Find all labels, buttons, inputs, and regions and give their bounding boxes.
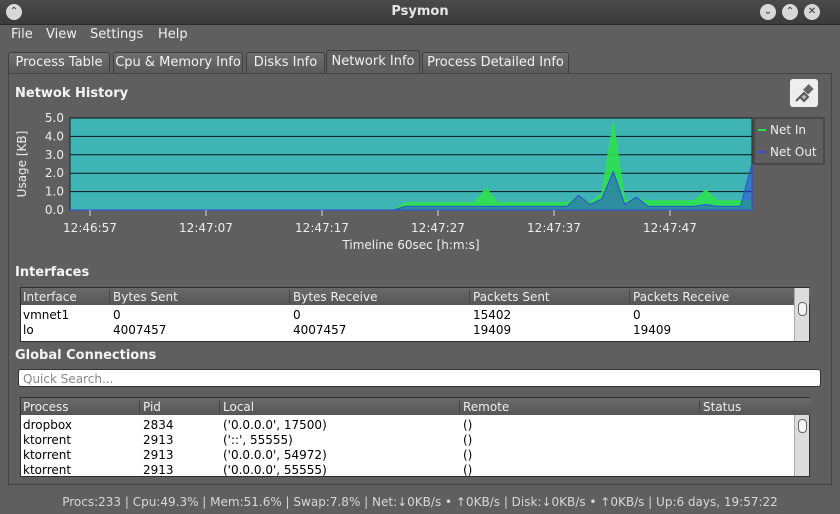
- menu-help[interactable]: Help: [158, 27, 188, 42]
- interfaces-scrollbar[interactable]: [794, 288, 809, 341]
- interfaces-header: Interface Bytes Sent Bytes Receive Packe…: [21, 288, 811, 305]
- cell: ('::', 55555): [223, 433, 293, 447]
- column-header[interactable]: Local: [223, 400, 254, 414]
- column-divider[interactable]: [139, 400, 140, 413]
- cell: lo: [23, 323, 34, 337]
- cell: 15402: [473, 308, 512, 322]
- column-divider[interactable]: [109, 290, 110, 303]
- legend-label: Net Out: [770, 145, 817, 159]
- plug-icon[interactable]: [790, 79, 818, 107]
- y-tick-label: 3.0: [45, 148, 64, 162]
- column-divider[interactable]: [459, 400, 460, 413]
- cell: 2913: [143, 448, 174, 462]
- cell: 2913: [143, 463, 174, 476]
- cell: 4007457: [293, 323, 347, 337]
- cell: 2834: [143, 418, 174, 432]
- x-tick-label: 12:47:07: [179, 221, 233, 235]
- x-tick-label: 12:47:27: [411, 221, 465, 235]
- cell: (): [463, 433, 473, 447]
- scrollbar-thumb[interactable]: [798, 302, 807, 316]
- column-header[interactable]: Packets Sent: [473, 290, 550, 304]
- cell: (): [463, 448, 473, 462]
- column-header[interactable]: Remote: [463, 400, 509, 414]
- tab-process-table[interactable]: Process Table: [8, 52, 110, 73]
- cell: ktorrent: [23, 448, 72, 462]
- column-divider[interactable]: [469, 290, 470, 303]
- menu-settings[interactable]: Settings: [90, 27, 143, 42]
- connections-scrollbar[interactable]: [794, 415, 809, 476]
- x-tick-label: 12:47:17: [295, 221, 349, 235]
- x-tick-label: 12:46:57: [63, 221, 117, 235]
- cell: 0: [293, 308, 301, 322]
- connections-table: Process Pid Local Remote Status dropbox …: [20, 397, 811, 477]
- window-title: Psymon: [391, 4, 449, 19]
- cell: (): [463, 463, 473, 476]
- y-tick-label: 2.0: [45, 166, 64, 180]
- column-divider[interactable]: [629, 290, 630, 303]
- y-tick-label: 1.0: [45, 185, 64, 199]
- cell: 2913: [143, 433, 174, 447]
- cell: dropbox: [23, 418, 72, 432]
- column-header[interactable]: Bytes Sent: [113, 290, 178, 304]
- interfaces-table: Interface Bytes Sent Bytes Receive Packe…: [20, 287, 811, 342]
- column-divider[interactable]: [289, 290, 290, 303]
- cell: 0: [113, 308, 121, 322]
- network-history-chart: 0.0 1.0 2.0 3.0 4.0 5.0 12:46:57 12:47:07 12:47:…: [14, 108, 826, 264]
- close-icon[interactable]: ✕: [804, 4, 820, 20]
- table-row[interactable]: dropbox 2834 ('0.0.0.0', 17500) (): [21, 418, 811, 433]
- y-axis-label: Usage [KB]: [15, 131, 29, 198]
- scrollbar-thumb[interactable]: [798, 419, 807, 433]
- cell: 19409: [473, 323, 512, 337]
- menu-bar: File View Settings Help: [0, 24, 840, 46]
- minimize-icon[interactable]: ⌄: [760, 4, 776, 20]
- maximize-icon[interactable]: ⌃: [782, 4, 798, 20]
- cell: vmnet1: [23, 308, 70, 322]
- cell: (): [463, 418, 473, 432]
- table-row[interactable]: ktorrent 2913 ('::', 55555) (): [21, 433, 811, 448]
- x-tick-label: 12:47:47: [643, 221, 697, 235]
- tab-network[interactable]: Network Info: [326, 50, 420, 75]
- menu-view[interactable]: View: [46, 27, 77, 42]
- menu-file[interactable]: File: [11, 27, 33, 42]
- connections-title: Global Connections: [15, 348, 157, 363]
- interfaces-title: Interfaces: [15, 265, 90, 280]
- tab-process-detailed[interactable]: Process Detailed Info: [422, 52, 569, 73]
- cell: ktorrent: [23, 433, 72, 447]
- table-row[interactable]: vmnet1 0 0 15402 0: [21, 308, 811, 323]
- tab-disks[interactable]: Disks Info: [246, 52, 325, 73]
- connections-header: Process Pid Local Remote Status: [21, 398, 811, 415]
- legend-label: Net In: [770, 123, 806, 137]
- tab-cpu-memory[interactable]: Cpu & Memory Info: [113, 52, 243, 73]
- plot-area: [69, 117, 753, 211]
- column-header[interactable]: Interface: [23, 290, 77, 304]
- column-header[interactable]: Process: [23, 400, 69, 414]
- status-bar: Procs:233 | Cpu:49.3% | Mem:51.6% | Swap…: [62, 495, 778, 509]
- column-divider[interactable]: [219, 400, 220, 413]
- column-divider[interactable]: [699, 400, 700, 413]
- chart-svg: 0.0 1.0 2.0 3.0 4.0 5.0 12:46:57 12:47:07 12:47:…: [15, 111, 825, 252]
- table-row[interactable]: ktorrent 2913 ('0.0.0.0', 54972) (): [21, 448, 811, 463]
- cell: 0: [633, 308, 641, 322]
- column-header[interactable]: Pid: [143, 400, 161, 414]
- y-tick-label: 0.0: [45, 203, 64, 217]
- y-tick-label: 4.0: [45, 129, 64, 143]
- y-tick-label: 5.0: [45, 111, 64, 125]
- column-header[interactable]: Status: [703, 400, 741, 414]
- network-history-title: Netwok History: [15, 86, 129, 101]
- cell: ('0.0.0.0', 55555): [223, 463, 327, 476]
- x-axis-label: Timeline 60sec [h:m:s]: [341, 238, 479, 252]
- table-row[interactable]: lo 4007457 4007457 19409 19409: [21, 323, 811, 338]
- column-header[interactable]: Packets Receive: [633, 290, 729, 304]
- quick-search-input[interactable]: Quick Search...: [18, 369, 821, 387]
- cell: 19409: [633, 323, 672, 337]
- x-tick-label: 12:47:37: [527, 221, 581, 235]
- cell: ('0.0.0.0', 17500): [223, 418, 327, 432]
- cell: ('0.0.0.0', 54972): [223, 448, 327, 462]
- column-header[interactable]: Bytes Receive: [293, 290, 377, 304]
- cell: ktorrent: [23, 463, 72, 476]
- cell: 4007457: [113, 323, 167, 337]
- title-bar: ⌃ Psymon ⌄ ⌃ ✕: [0, 0, 840, 25]
- table-row[interactable]: ktorrent 2913 ('0.0.0.0', 55555) (): [21, 463, 811, 476]
